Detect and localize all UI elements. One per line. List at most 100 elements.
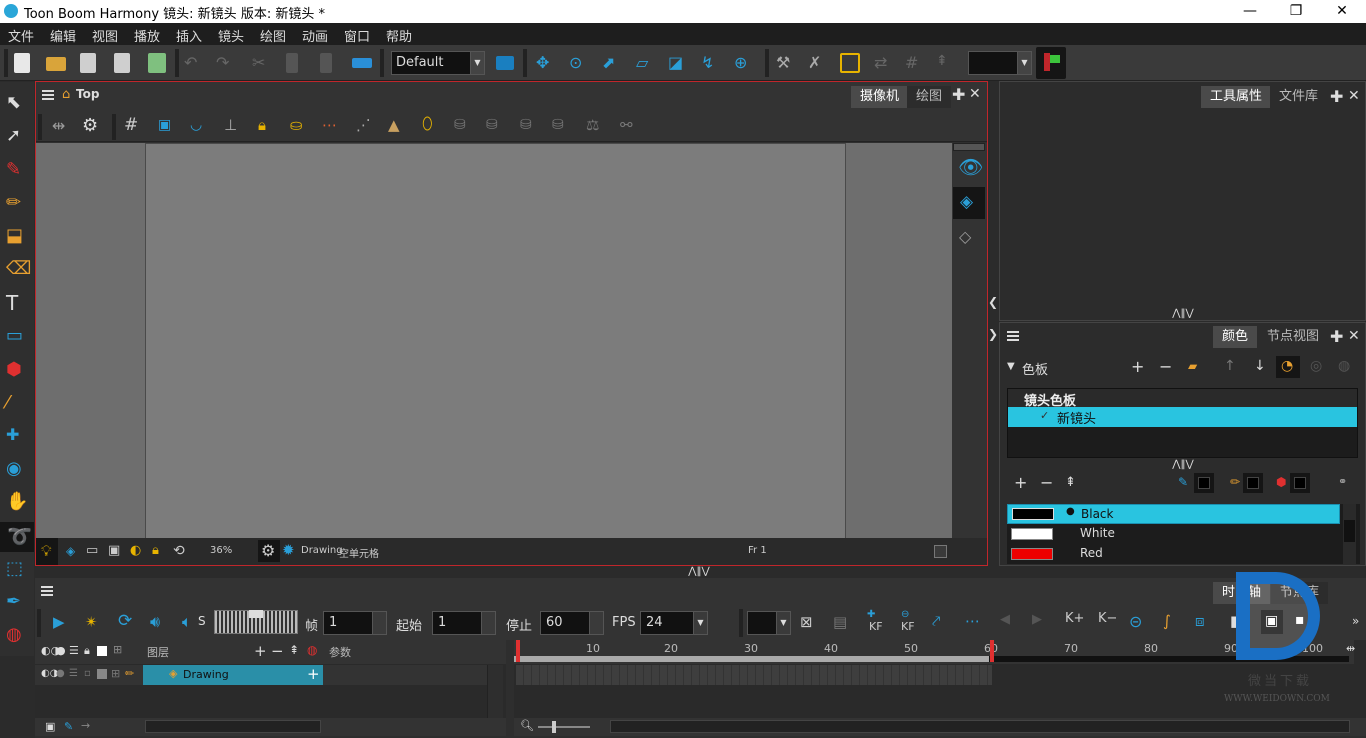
collapse-triangle-icon[interactable]: ▼	[1007, 361, 1015, 372]
frame-status-icon[interactable]: ▭	[86, 543, 98, 558]
lock-icon[interactable]: ▫	[84, 668, 91, 679]
menu-scene[interactable]: 镜头	[218, 26, 244, 45]
layers-status-icon[interactable]: ◈	[66, 544, 75, 558]
safe-area-icon[interactable]: ▣	[158, 117, 171, 133]
paste-icon[interactable]	[320, 53, 332, 73]
prev-keyframe-icon[interactable]: ◀	[1000, 612, 1010, 627]
reduce-exposure-icon[interactable]: ⧈	[1195, 612, 1205, 630]
font-size-icon[interactable]: ⇞	[936, 53, 958, 73]
minimize-button[interactable]: —	[1227, 0, 1273, 23]
rig-status-icon[interactable]	[1036, 47, 1066, 79]
reset-view-icon[interactable]: ⇹	[52, 116, 65, 135]
stamp-tool-icon[interactable]: ⬓	[6, 225, 28, 247]
frame-spinner[interactable]	[372, 612, 386, 634]
add-tab-icon[interactable]: ✚	[1330, 327, 1343, 346]
remove-palette-icon[interactable]: −	[1159, 357, 1172, 376]
close-view-icon[interactable]: ✕	[1348, 328, 1360, 344]
layers-outline-icon[interactable]: ◇	[959, 227, 971, 246]
menu-window[interactable]: 窗口	[344, 26, 370, 45]
close-button[interactable]: ✕	[1319, 0, 1365, 23]
start-input[interactable]: 1	[432, 611, 496, 635]
loop-icon[interactable]: ⟳	[118, 611, 132, 631]
play-icon[interactable]: ▶	[53, 613, 65, 631]
brush-tool-icon[interactable]: ✎	[6, 159, 28, 181]
save-icon[interactable]	[80, 53, 96, 73]
paint-bucket-icon[interactable]: ⬢	[6, 359, 28, 381]
grid-icon[interactable]: #	[124, 115, 138, 135]
menu-edit[interactable]: 编辑	[50, 26, 76, 45]
zoom-slider[interactable]	[538, 721, 590, 733]
lock-icon[interactable]: 🔒︎	[258, 116, 266, 134]
eraser-tool-icon[interactable]: ⌫	[6, 258, 31, 280]
list-item[interactable]: White	[1007, 524, 1340, 544]
new-scene-icon[interactable]	[14, 53, 30, 73]
solo-icon[interactable]: ●	[56, 644, 66, 657]
folder-icon[interactable]: ▰	[1188, 359, 1197, 373]
move-up-icon[interactable]: ↑	[1224, 358, 1236, 374]
grid-icon[interactable]: #	[905, 53, 927, 73]
layer-brush-icon[interactable]: ✎	[64, 720, 73, 733]
add-keyframe-icon[interactable]: ✚	[867, 609, 875, 620]
brush-colour-swatch[interactable]	[1194, 473, 1214, 493]
horizontal-scrollbar[interactable]	[145, 720, 321, 733]
constant-segment-icon[interactable]: ⊝	[1129, 612, 1142, 631]
onion-status-icon[interactable]: ◐	[130, 543, 141, 558]
onion-frame-icon[interactable]: ▤	[833, 613, 847, 631]
shade-icon[interactable]: ▲	[388, 116, 400, 134]
workspace-select[interactable]: Default ▼	[391, 51, 485, 75]
menu-animation[interactable]: 动画	[302, 26, 328, 45]
menu-play[interactable]: 播放	[134, 26, 160, 45]
text-tool-icon[interactable]: T	[6, 291, 28, 315]
layer-props-icon[interactable]: ▣	[45, 720, 55, 733]
dropper-tool-icon[interactable]: ⁄	[6, 392, 28, 414]
resize-grip[interactable]	[934, 545, 947, 558]
stop-input[interactable]: 60	[540, 611, 604, 635]
library-icon[interactable]	[352, 58, 372, 68]
settings-button[interactable]: ⚙	[258, 540, 280, 562]
disk-4-icon[interactable]: ⛁	[552, 117, 564, 133]
horizontal-scrollbar[interactable]	[610, 720, 1350, 733]
add-layer-icon[interactable]: +	[254, 642, 267, 660]
pivot-icon[interactable]: ⊕	[734, 53, 756, 73]
tab-drawing[interactable]: 绘图	[907, 86, 952, 108]
cutter-icon[interactable]: ✗	[808, 53, 830, 73]
move-down-icon[interactable]: ↓	[1254, 358, 1266, 374]
home-icon[interactable]: ⌂	[62, 87, 70, 102]
list-item[interactable]: ✓ 新镜头	[1008, 407, 1357, 427]
save-as-icon[interactable]	[114, 53, 130, 73]
morph-tool-icon[interactable]: ◉	[6, 458, 28, 480]
colour-icon[interactable]	[97, 646, 107, 656]
transform-icon[interactable]: ✥	[536, 53, 558, 73]
pencil-colour-swatch[interactable]	[1243, 473, 1263, 493]
scrollbar-thumb[interactable]	[1344, 520, 1355, 542]
zoom-slider-handle[interactable]	[552, 721, 556, 733]
tension-icon[interactable]: ∫	[1163, 612, 1171, 630]
layer-frame-cells[interactable]	[516, 665, 992, 685]
camera-status-icon[interactable]: ▣	[108, 543, 120, 558]
more-icon[interactable]: »	[1352, 614, 1359, 628]
tab-colour[interactable]: 颜色	[1213, 326, 1258, 348]
ease-icon[interactable]: ⊠	[800, 613, 813, 631]
slider-handle[interactable]	[249, 610, 263, 618]
import-icon[interactable]	[148, 53, 166, 73]
transform-tool-icon[interactable]: ⬚	[6, 558, 28, 580]
eye-icon[interactable]: 👁︎	[958, 155, 983, 179]
next-keyframe-icon[interactable]: ▶	[1032, 612, 1042, 627]
select-tool-icon[interactable]: ⬉	[6, 92, 28, 114]
contour-editor-icon[interactable]: ➚	[6, 125, 28, 147]
tab-camera[interactable]: 摄像机	[851, 86, 909, 108]
chevron-down-icon[interactable]: ▼	[776, 612, 790, 634]
paint-colour-swatch[interactable]	[1290, 473, 1310, 493]
palette-mode-button[interactable]: ◔	[1276, 356, 1300, 378]
remove-colour-icon[interactable]: −	[1040, 473, 1053, 492]
close-view-icon[interactable]: ✕	[1348, 88, 1360, 104]
table-row[interactable]: ◐◑ ● ☰ ▫ ⊞ ✏ ◈ Drawing +	[35, 665, 488, 685]
ink-tool-icon[interactable]: ◍	[6, 624, 28, 646]
link-swatches-icon[interactable]: ⚭	[1338, 475, 1347, 488]
open-folder-icon[interactable]	[46, 57, 66, 71]
lock-status-icon[interactable]: 🔒︎	[152, 543, 159, 558]
maximize-button[interactable]: ❐	[1273, 0, 1319, 23]
layer-mode-button[interactable]: ◈	[953, 187, 985, 219]
chevron-down-icon[interactable]: ▼	[693, 612, 707, 634]
undo-icon[interactable]: ↶	[184, 53, 206, 73]
